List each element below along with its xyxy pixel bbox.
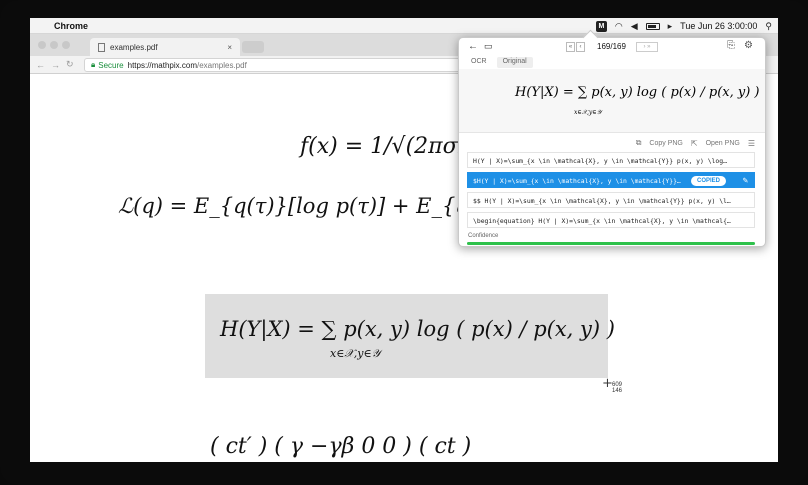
prev-page-button[interactable]: ‹ [576,42,585,52]
device-bezel: Chrome M ◠ ◀ ▸ Tue Jun 26 3:00:00 ⚲ exam… [0,0,808,485]
forward-icon[interactable]: → [51,60,60,70]
window-minimize-icon[interactable] [50,41,58,49]
window-zoom-icon[interactable] [62,41,70,49]
edit-icon[interactable]: ✎ [743,173,748,187]
screen: Chrome M ◠ ◀ ▸ Tue Jun 26 3:00:00 ⚲ exam… [30,18,778,462]
mathpix-popup: ← ▭ « ‹ 169/169 › » ⎘ ⚙ OCR Original H(Y… [458,37,766,247]
menu-bar: Chrome M ◠ ◀ ▸ Tue Jun 26 3:00:00 ⚲ [30,18,778,34]
latex-option[interactable]: \begin{equation} H(Y | X)=\sum_{x \in \m… [467,212,755,228]
copy-png-button[interactable]: Copy PNG [649,140,682,147]
png-actions: ⧉ Copy PNG ⇱ Open PNG ☰ [636,138,755,148]
latex-option[interactable]: $$ H(Y | X)=\sum_{x \in \mathcal{X}, y \… [467,192,755,208]
open-png-icon[interactable]: ⇱ [691,139,698,148]
latex-text: $H(Y | X)=\sum_{x \in \mathcal{X}, y \in… [473,177,681,185]
next-page-button[interactable]: › » [636,42,658,52]
tab-close-icon[interactable]: × [227,43,232,52]
secure-label: Secure [98,60,124,70]
page-counter: 169/169 [597,42,626,51]
lock-icon: 🔒︎ [91,60,96,69]
document-icon [98,42,105,52]
reload-icon[interactable]: ↻ [66,59,74,70]
back-arrow-icon[interactable]: ← [468,41,478,52]
latex-text: H(Y | X)=\sum_{x \in \mathcal{X}, y \in … [473,157,727,165]
cursor-coordinates: 609 146 [612,382,622,394]
confidence-bar [467,242,755,245]
equation-sum-subscript: x∈𝒳,y∈𝒴 [330,347,381,360]
copied-badge: COPIED [690,176,726,186]
sliders-icon[interactable]: ☰ [748,139,755,148]
clock[interactable]: Tue Jun 26 3:00:00 [680,21,757,31]
tab-title: examples.pdf [110,42,158,52]
equation-conditional-entropy: H(Y|X) = ∑ p(x, y) log ( p(x) / p(x, y) … [220,317,615,341]
copy-png-icon[interactable]: ⧉ [636,138,642,148]
new-tab-button[interactable] [242,41,264,53]
latex-option-selected[interactable]: $H(Y | X)=\sum_{x \in \mathcal{X}, y \in… [467,172,755,188]
preview-sum-subscript: x∈𝒳,y∈𝒴 [574,109,602,116]
screen-icon[interactable]: ▭ [484,41,493,52]
window-close-icon[interactable] [38,41,46,49]
latex-option[interactable]: H(Y | X)=\sum_{x \in \mathcal{X}, y \in … [467,152,755,168]
first-page-button[interactable]: « [566,42,575,52]
preview-equation: H(Y|X) = ∑ p(x, y) log ( p(x) / p(x, y) … [515,85,760,100]
url-host: https://mathpix.com [127,60,197,70]
address-bar[interactable]: 🔒︎ Secure https://mathpix.com /examples.… [84,58,504,72]
popup-header: ← ▭ « ‹ 169/169 › » ⎘ ⚙ [459,38,765,56]
confidence-label: Confidence [468,233,499,239]
menu-extras: M ◠ ◀ ▸ Tue Jun 26 3:00:00 ⚲ [595,18,772,34]
tab-ocr[interactable]: OCR [465,57,493,68]
clipboard-icon[interactable]: ⎘ [727,40,735,51]
equation-preview: H(Y|X) = ∑ p(x, y) log ( p(x) / p(x, y) … [459,69,765,133]
wifi-icon[interactable]: ◠ [615,21,623,32]
gear-icon[interactable]: ⚙ [744,40,753,51]
confidence-fill [467,242,755,245]
latex-text: \begin{equation} H(Y | X)=\sum_{x \in \m… [473,217,731,225]
volume-icon[interactable]: ◀ [631,21,638,32]
open-png-button[interactable]: Open PNG [706,140,740,147]
spotlight-search-icon[interactable]: ⚲ [765,21,772,32]
popup-tabs: OCR Original [465,57,533,68]
tab-original[interactable]: Original [496,57,533,68]
url-path: /examples.pdf [196,60,247,70]
battery-menu-icon[interactable]: ▸ [668,21,673,32]
equation-lorentz-matrix: ( ct′ ) ( γ −γβ 0 0 ) ( ct ) [210,434,472,459]
cursor-y: 146 [612,388,623,394]
mathpix-menu-icon[interactable]: M [595,20,607,32]
latex-text: $$ H(Y | X)=\sum_{x \in \mathcal{X}, y \… [473,197,731,205]
back-icon[interactable]: ← [36,60,45,70]
app-name[interactable]: Chrome [54,21,88,31]
browser-tab[interactable]: examples.pdf × [90,38,240,56]
battery-icon[interactable] [645,22,660,30]
